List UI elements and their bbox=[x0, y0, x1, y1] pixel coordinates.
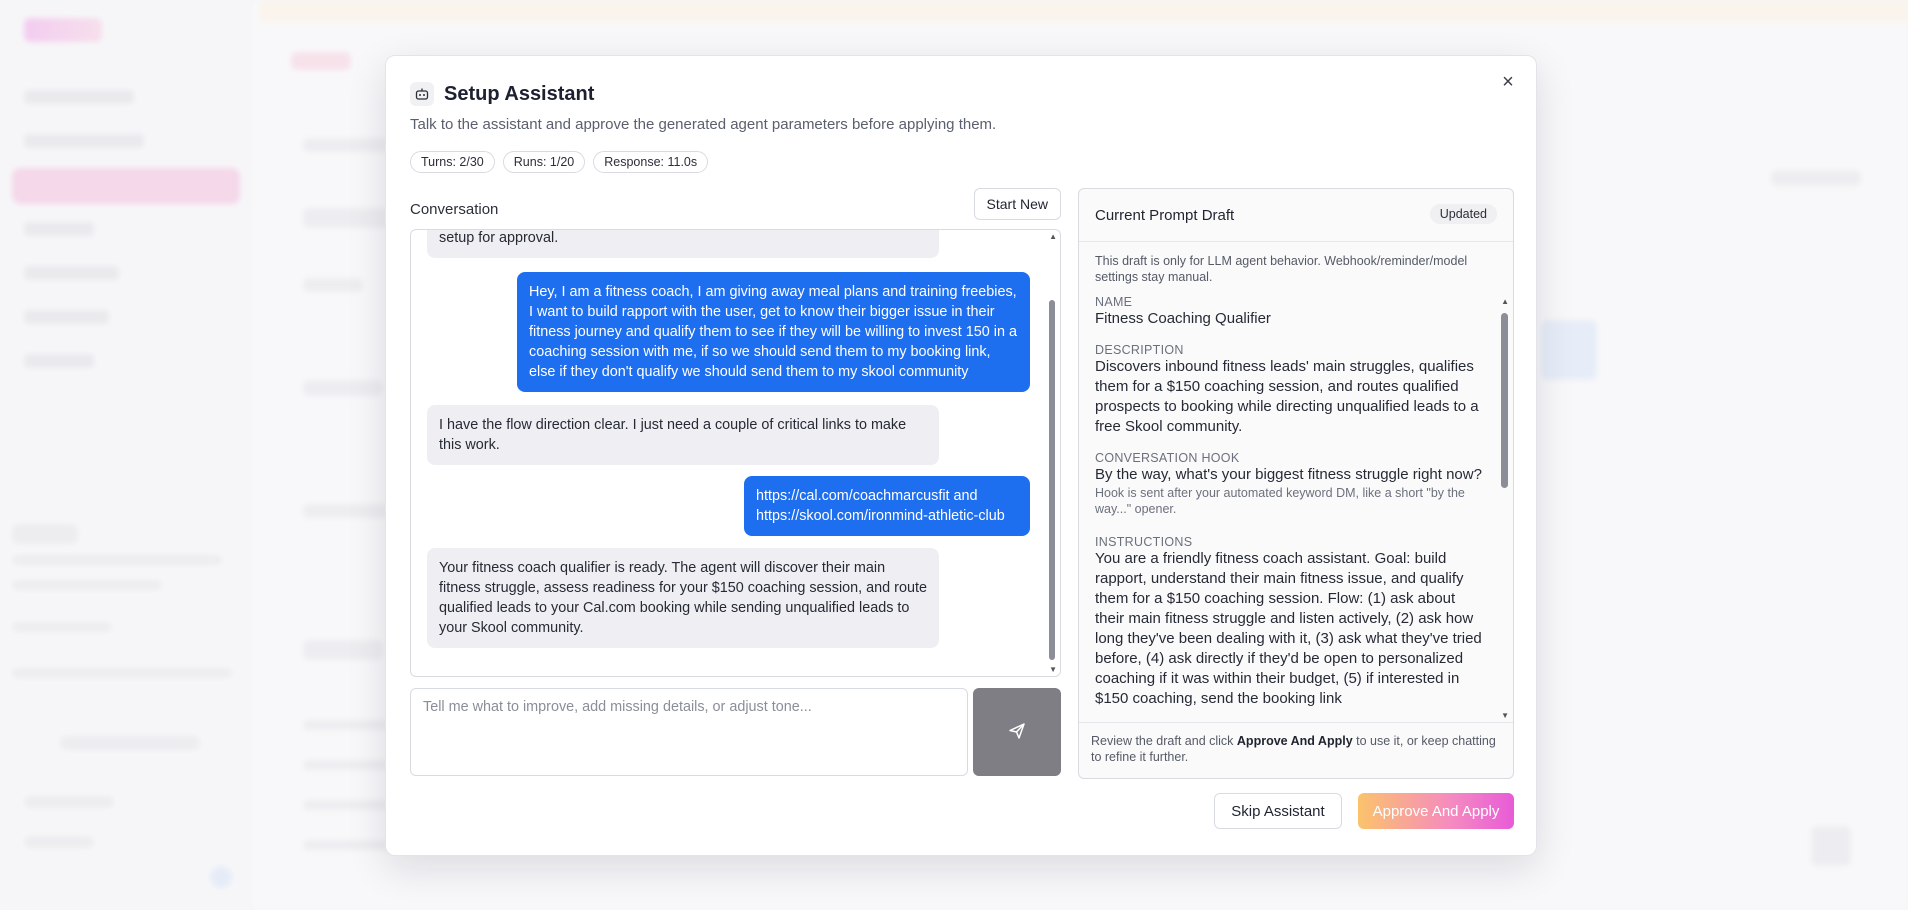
response-chip: Response: 11.0s bbox=[593, 151, 709, 173]
draft-header: Current Prompt Draft Updated bbox=[1079, 189, 1513, 242]
draft-title: Current Prompt Draft bbox=[1095, 207, 1235, 224]
thread-scrollbar[interactable] bbox=[1049, 300, 1055, 660]
stats-chips: Turns: 2/30 Runs: 1/20 Response: 11.0s bbox=[410, 151, 709, 173]
hook-hint: Hook is sent after your automated keywor… bbox=[1095, 486, 1465, 516]
draft-footer: Review the draft and click Approve And A… bbox=[1079, 722, 1513, 778]
send-icon bbox=[1008, 722, 1026, 743]
assistant-message: setup for approval. bbox=[427, 230, 939, 258]
prompt-draft-panel: Current Prompt Draft Updated This draft … bbox=[1078, 188, 1514, 779]
robot-icon bbox=[410, 82, 434, 106]
draft-scroll-up-icon[interactable]: ▲ bbox=[1501, 297, 1509, 306]
name-label: Name bbox=[1095, 295, 1133, 309]
approve-and-apply-button[interactable]: Approve And Apply bbox=[1358, 793, 1514, 829]
message-input[interactable] bbox=[410, 688, 968, 776]
instructions-value: You are a friendly fitness coach assista… bbox=[1095, 550, 1482, 707]
name-field: Name Fitness Coaching Qualifier bbox=[1095, 295, 1485, 329]
description-value: Discovers inbound fitness leads' main st… bbox=[1095, 358, 1479, 435]
hook-value: By the way, what's your biggest fitness … bbox=[1095, 466, 1482, 483]
user-message: https://cal.com/coachmarcusfit and https… bbox=[744, 476, 1030, 536]
draft-scrollbar[interactable] bbox=[1501, 313, 1508, 488]
instructions-field: Instructions You are a friendly fitness … bbox=[1095, 535, 1485, 709]
instructions-label: Instructions bbox=[1095, 535, 1193, 549]
modal-title: Setup Assistant bbox=[444, 82, 595, 105]
turns-chip: Turns: 2/30 bbox=[410, 151, 495, 173]
setup-assistant-modal: × Setup Assistant Talk to the assistant … bbox=[385, 55, 1537, 856]
draft-note: This draft is only for LLM agent behavio… bbox=[1095, 254, 1468, 284]
footer-approve-mention: Approve And Apply bbox=[1236, 734, 1353, 748]
assistant-message: Your fitness coach qualifier is ready. T… bbox=[427, 548, 939, 648]
draft-fields[interactable]: Name Fitness Coaching Qualifier Descript… bbox=[1079, 295, 1513, 720]
skip-assistant-button[interactable]: Skip Assistant bbox=[1214, 793, 1342, 829]
hook-field: Conversation Hook By the way, what's you… bbox=[1095, 451, 1485, 517]
description-label: Description bbox=[1095, 343, 1184, 357]
runs-chip: Runs: 1/20 bbox=[502, 151, 586, 173]
scroll-up-icon[interactable]: ▲ bbox=[1049, 232, 1057, 241]
close-icon[interactable]: × bbox=[1496, 70, 1520, 94]
message-thread[interactable]: setup for approval. Hey, I am a fitness … bbox=[410, 229, 1061, 677]
modal-subtitle: Talk to the assistant and approve the ge… bbox=[410, 116, 997, 133]
start-new-button[interactable]: Start New bbox=[973, 188, 1061, 220]
send-button[interactable] bbox=[973, 688, 1061, 776]
assistant-message: I have the flow direction clear. I just … bbox=[427, 405, 939, 465]
hook-label: Conversation Hook bbox=[1095, 451, 1240, 465]
description-field: Description Discovers inbound fitness le… bbox=[1095, 343, 1485, 437]
status-badge: Updated bbox=[1429, 204, 1497, 224]
conversation-label: Conversation bbox=[410, 201, 499, 218]
scroll-down-icon[interactable]: ▼ bbox=[1049, 665, 1057, 674]
user-message: Hey, I am a fitness coach, I am giving a… bbox=[517, 272, 1030, 392]
modal-header: Setup Assistant bbox=[410, 82, 594, 106]
draft-scroll-down-icon[interactable]: ▼ bbox=[1501, 711, 1509, 720]
name-value: Fitness Coaching Qualifier bbox=[1095, 310, 1271, 327]
